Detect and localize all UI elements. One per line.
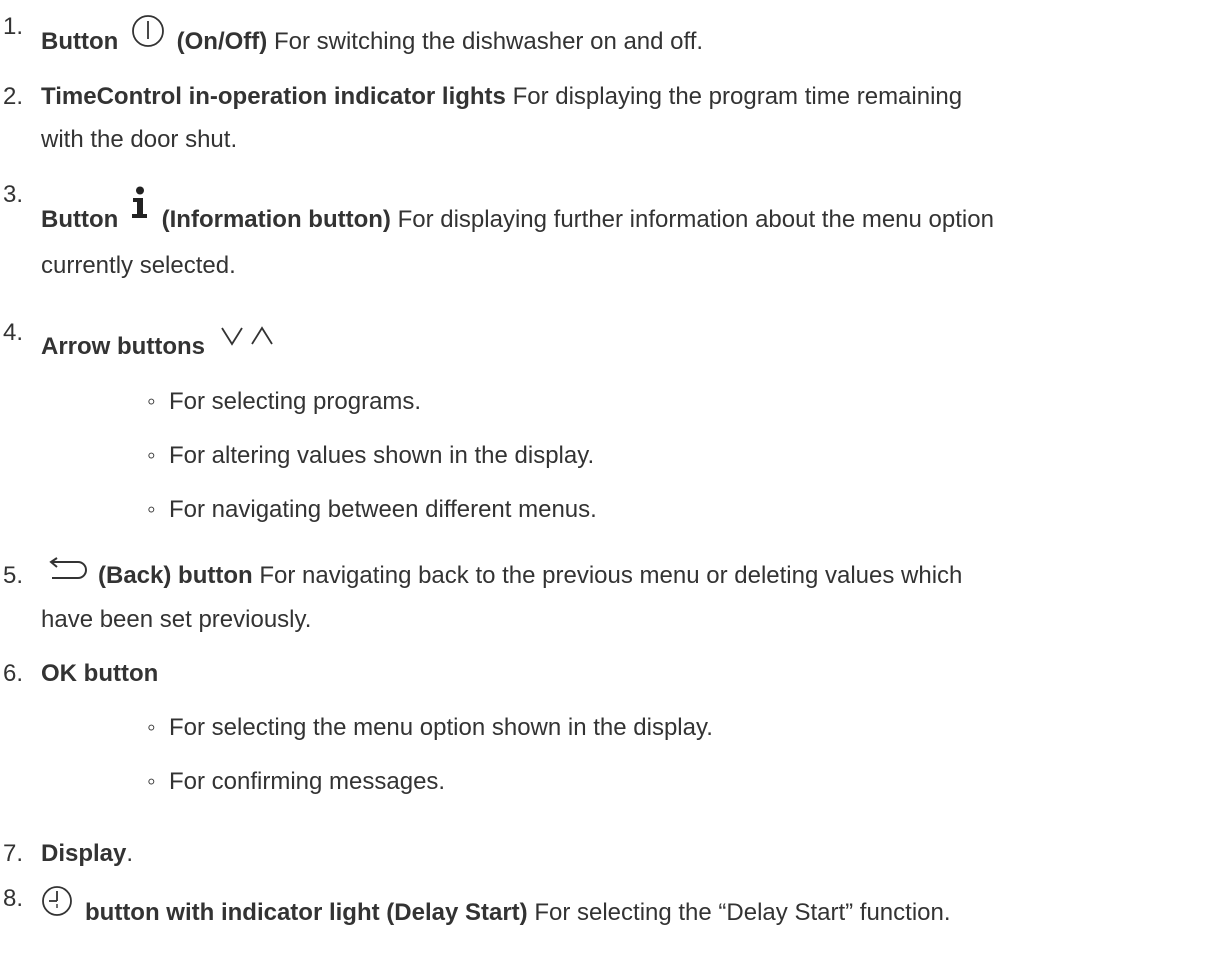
item-label: button with indicator light (Delay Start… <box>85 898 528 926</box>
item-description-line2: have been set previously. <box>41 606 312 634</box>
item-label: Display <box>41 840 127 867</box>
item-label: OK button <box>41 660 159 687</box>
item-number: 1. <box>3 13 24 40</box>
sub-item-text: For selecting programs. <box>169 388 422 415</box>
item-label: TimeControl in-operation indicator light… <box>41 83 506 110</box>
sub-item-text: For selecting the menu option shown in t… <box>169 714 713 741</box>
list-item-back-button: 5. (Back) button For navigating back to … <box>0 557 1200 647</box>
bullet: ◦ <box>147 496 156 523</box>
item-number: 3. <box>3 181 24 208</box>
sub-list-item: ◦ For selecting the menu option shown in … <box>147 709 713 746</box>
item-label-suffix: (Information button) <box>161 205 391 233</box>
item-number: 8. <box>3 885 24 912</box>
power-icon <box>131 14 165 59</box>
bullet: ◦ <box>147 714 156 741</box>
sub-list-item: ◦ For selecting programs. <box>147 383 421 420</box>
info-icon <box>129 186 151 231</box>
sub-list-item: ◦ For confirming messages. <box>147 763 445 800</box>
item-number: 2. <box>3 83 24 110</box>
list-item-information: 3. Button (Information button) For displ… <box>0 176 1200 286</box>
list-item-ok-button: 6. OK button ◦ For selecting the menu opt… <box>0 655 1200 845</box>
item-description-line2: with the door shut. <box>41 126 238 153</box>
back-icon <box>42 555 92 592</box>
item-label-suffix: (On/Off) <box>176 27 268 55</box>
item-description: For displaying the program time remainin… <box>512 83 963 110</box>
list-item-arrow-buttons: 4. Arrow buttons ◦ For selecting programs… <box>0 314 1200 524</box>
item-label: Arrow buttons <box>41 333 205 360</box>
item-description: For navigating back to the previous menu… <box>259 562 963 589</box>
list-item-display: 7. Display. <box>0 835 1200 875</box>
item-label: (Back) button <box>98 562 253 589</box>
item-description: For selecting the “Delay Start” function… <box>534 898 951 926</box>
sub-item-text: For navigating between different menus. <box>169 496 597 523</box>
item-description: For switching the dishwasher on and off. <box>273 27 704 55</box>
item-label: Button <box>41 27 119 55</box>
bullet: ◦ <box>147 442 156 469</box>
bullet: ◦ <box>147 768 156 795</box>
arrow-down-up-icon <box>220 321 276 358</box>
bullet: ◦ <box>147 388 156 415</box>
list-item-timecontrol: 2. TimeControl in-operation indicator li… <box>0 78 1200 168</box>
clock-icon <box>41 885 73 928</box>
item-label: Button <box>41 205 119 233</box>
item-number: 6. <box>3 660 24 687</box>
item-number: 7. <box>3 840 24 867</box>
sub-item-text: For confirming messages. <box>169 768 446 795</box>
item-number: 5. <box>3 562 24 589</box>
list-item-delay-start: 8. button with indicator light (Delay St… <box>0 880 1200 950</box>
sub-list-item: ◦ For altering values shown in the displa… <box>147 437 594 474</box>
item-description: . <box>126 840 134 867</box>
item-description: For displaying further information about… <box>397 205 994 233</box>
sub-item-text: For altering values shown in the display… <box>169 442 595 469</box>
item-description-line2: currently selected. <box>41 252 236 279</box>
sub-list-item: ◦ For navigating between different menus. <box>147 491 597 528</box>
list-item-power: 1. Button (On/Off) For switching the dis… <box>0 0 1200 80</box>
item-number: 4. <box>3 319 24 346</box>
